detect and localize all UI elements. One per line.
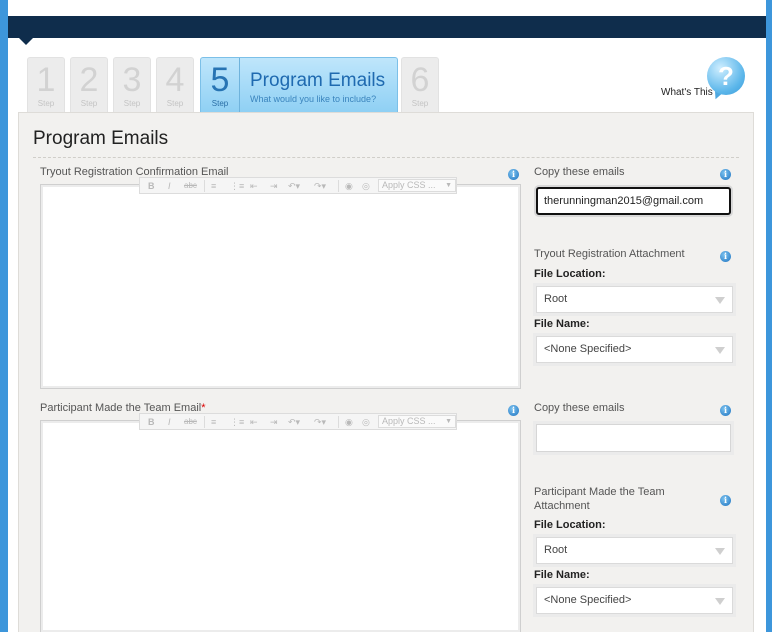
link-icon[interactable]: ◉: [345, 416, 353, 428]
italic-icon[interactable]: I: [168, 416, 171, 428]
file-location-label: File Location:: [534, 268, 606, 280]
tryout-attachment-label: Tryout Registration Attachment: [534, 248, 685, 260]
file-name-select[interactable]: <None Specified>: [536, 587, 733, 614]
step-number: 4: [165, 61, 185, 99]
chevron-down-icon: ▼: [445, 182, 452, 189]
unlink-icon[interactable]: ◎: [362, 180, 370, 192]
file-location-label: File Location:: [534, 519, 606, 531]
strikethrough-icon[interactable]: abc: [184, 416, 197, 428]
made-team-email-editor[interactable]: [40, 420, 521, 632]
toolbar-separator: [338, 416, 339, 428]
file-name-label: File Name:: [534, 569, 590, 581]
step-label: Step: [166, 99, 184, 108]
help-icon[interactable]: ?: [707, 57, 745, 95]
copy-emails-input[interactable]: [536, 424, 731, 452]
strikethrough-icon[interactable]: abc: [184, 180, 197, 192]
wizard-step-4[interactable]: 4 Step: [156, 57, 194, 112]
indent-icon[interactable]: ⇥: [270, 416, 278, 428]
file-name-value: <None Specified>: [544, 594, 632, 606]
step-subtitle: What would you like to include?: [250, 94, 377, 104]
bold-icon[interactable]: B: [148, 416, 155, 428]
unordered-list-icon[interactable]: ⋮≡: [230, 416, 244, 428]
step-number: 3: [122, 61, 142, 99]
copy-emails-label: Copy these emails: [534, 402, 625, 414]
toolbar-separator: [204, 180, 205, 192]
chevron-down-icon: [715, 347, 725, 354]
wizard-step-6[interactable]: 6 Step: [401, 57, 439, 112]
chevron-down-icon: [715, 548, 725, 555]
tryout-email-editor[interactable]: [40, 184, 521, 389]
indent-icon[interactable]: ⇥: [270, 180, 278, 192]
step-number: 6: [410, 61, 430, 99]
chevron-down-icon: [715, 297, 725, 304]
unordered-list-icon[interactable]: ⋮≡: [230, 180, 244, 192]
link-icon[interactable]: ◉: [345, 180, 353, 192]
ordered-list-icon[interactable]: ≡: [211, 416, 216, 428]
file-name-label: File Name:: [534, 318, 590, 330]
step-label: Step: [80, 99, 98, 108]
apply-css-select[interactable]: Apply CSS ... ▼: [378, 415, 456, 428]
italic-icon[interactable]: I: [168, 180, 171, 192]
redo-icon[interactable]: ↷▾: [314, 180, 326, 192]
toolbar-separator: [338, 180, 339, 192]
outdent-icon[interactable]: ⇤: [250, 416, 258, 428]
info-icon[interactable]: i: [508, 405, 519, 416]
whats-this-link[interactable]: What's This: [661, 87, 713, 98]
file-location-select[interactable]: Root: [536, 286, 733, 313]
file-location-value: Root: [544, 293, 568, 305]
header-notch: [19, 38, 33, 45]
step-number: 5: [210, 61, 230, 99]
toolbar-separator: [204, 416, 205, 428]
undo-icon[interactable]: ↶▾: [288, 416, 300, 428]
title-divider: [33, 157, 739, 158]
undo-icon[interactable]: ↶▾: [288, 180, 300, 192]
step-label: Step: [123, 99, 141, 108]
info-icon[interactable]: i: [720, 495, 731, 506]
apply-css-select[interactable]: Apply CSS ... ▼: [378, 179, 456, 192]
made-team-attachment-label: Participant Made the Team Attachment: [534, 486, 665, 512]
step-label: Step: [37, 99, 55, 108]
copy-emails-input[interactable]: therunningman2015@gmail.com: [536, 187, 731, 215]
chevron-down-icon: ▼: [445, 418, 452, 425]
file-name-select[interactable]: <None Specified>: [536, 336, 733, 363]
step-title: Program Emails: [250, 70, 386, 91]
step-number: 2: [79, 61, 99, 99]
page-title: Program Emails: [33, 128, 169, 149]
file-location-value: Root: [544, 544, 568, 556]
apply-css-label: Apply CSS ...: [382, 180, 436, 190]
file-location-select[interactable]: Root: [536, 537, 733, 564]
wizard-step-1[interactable]: 1 Step: [27, 57, 65, 112]
redo-icon[interactable]: ↷▾: [314, 416, 326, 428]
chevron-down-icon: [715, 598, 725, 605]
outdent-icon[interactable]: ⇤: [250, 180, 258, 192]
header-bar: [8, 16, 766, 38]
unlink-icon[interactable]: ◎: [362, 416, 370, 428]
info-icon[interactable]: i: [508, 169, 519, 180]
wizard-step-3[interactable]: 3 Step: [113, 57, 151, 112]
made-team-email-toolbar: B I abc ≡ ⋮≡ ⇤ ⇥ ↶▾ ↷▾ ◉ ◎ Apply CSS ...…: [139, 413, 457, 430]
bold-icon[interactable]: B: [148, 180, 155, 192]
copy-emails-label: Copy these emails: [534, 166, 625, 178]
active-step-number-column: 5 Step: [201, 58, 240, 112]
step-number: 1: [36, 61, 56, 99]
ordered-list-icon[interactable]: ≡: [211, 180, 216, 192]
wizard-step-5-active[interactable]: 5 Step Program Emails What would you lik…: [200, 57, 398, 112]
file-name-value: <None Specified>: [544, 343, 632, 355]
info-icon[interactable]: i: [720, 251, 731, 262]
step-label: Step: [411, 99, 429, 108]
tryout-email-toolbar: B I abc ≡ ⋮≡ ⇤ ⇥ ↶▾ ↷▾ ◉ ◎ Apply CSS ...…: [139, 177, 457, 194]
info-icon[interactable]: i: [720, 405, 731, 416]
info-icon[interactable]: i: [720, 169, 731, 180]
apply-css-label: Apply CSS ...: [382, 416, 436, 426]
wizard-step-2[interactable]: 2 Step: [70, 57, 108, 112]
step-label: Step: [211, 99, 229, 108]
